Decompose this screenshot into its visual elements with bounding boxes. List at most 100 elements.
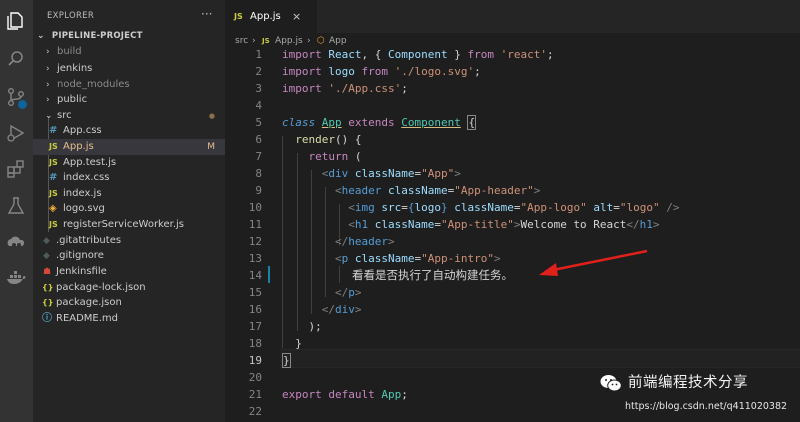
code-line-3: import './App.css';	[282, 82, 408, 95]
project-folder-header[interactable]: ⌄ PIPELINE-PROJECT	[37, 31, 143, 41]
code-line-2: import logo from './logo.svg';	[282, 65, 481, 78]
tree-item-label: build	[57, 46, 82, 57]
tree-item-readme[interactable]: ⓘ README.md	[33, 311, 225, 327]
tree-item-app-css[interactable]: # App.css	[33, 123, 225, 139]
json-file-icon: {}	[42, 283, 54, 292]
line-number: 1	[255, 48, 262, 61]
js-file-icon: JS	[49, 189, 58, 198]
code-line-6: render() {	[295, 133, 362, 146]
tree-item-app-test-js[interactable]: JS App.test.js	[33, 155, 225, 171]
tree-item-package-json[interactable]: {} package.json	[33, 295, 225, 311]
json-file-icon: {}	[42, 298, 54, 307]
tree-item-public[interactable]: › public	[33, 92, 225, 108]
line-number: 22	[248, 405, 262, 418]
line-number: 19	[248, 354, 262, 367]
explorer-icon[interactable]	[5, 10, 27, 32]
code-line-17: );	[282, 320, 322, 333]
tree-item-src[interactable]: ⌄ src ●	[33, 108, 225, 124]
line-number: 10	[248, 201, 262, 214]
line-number: 2	[255, 65, 262, 78]
editor-tab-bar: JS App.js ×	[225, 0, 800, 33]
debug-icon[interactable]	[5, 122, 27, 144]
line-number: 6	[255, 133, 262, 146]
modified-badge: M	[207, 142, 215, 152]
js-file-icon: JS	[49, 158, 58, 167]
tree-item-gitignore[interactable]: ◆ .gitignore	[33, 248, 225, 264]
current-line-highlight	[280, 349, 800, 368]
code-line-8: <div className="App">	[321, 167, 461, 180]
tree-item-index-js[interactable]: JS index.js	[33, 186, 225, 202]
search-icon[interactable]	[5, 48, 27, 70]
extensions-icon[interactable]	[5, 158, 27, 180]
docker-icon[interactable]	[5, 267, 27, 289]
tree-item-label: package-lock.json	[56, 282, 146, 293]
code-line-18: }	[282, 337, 302, 350]
code-line-5: class App extends Component {	[282, 115, 477, 130]
tree-item-label: README.md	[56, 313, 119, 324]
line-number: 21	[248, 388, 262, 401]
line-number: 5	[255, 116, 262, 129]
tree-item-label: jenkins	[57, 63, 93, 74]
code-editor[interactable]: 1 2 3 4 5 6 7 8 9 10 11 12 13 14 15 16 1…	[225, 48, 800, 422]
tree-item-label: public	[57, 94, 88, 105]
tree-item-label: logo.svg	[63, 203, 105, 214]
tree-item-register-service-worker[interactable]: JS registerServiceWorker.js	[33, 217, 225, 233]
tree-item-index-css[interactable]: # index.css	[33, 170, 225, 186]
watermark-url: https://blog.csdn.net/q411020382	[625, 401, 788, 412]
tree-item-logo-svg[interactable]: ◈ logo.svg	[33, 201, 225, 217]
tree-item-package-lock-json[interactable]: {} package-lock.json	[33, 280, 225, 296]
source-control-badge	[17, 99, 28, 110]
explorer-sidebar: EXPLORER ··· ⌄ PIPELINE-PROJECT › build …	[33, 0, 225, 422]
tree-item-jenkins[interactable]: › jenkins	[33, 61, 225, 77]
code-line-1: import React, { Component } from 'react'…	[282, 48, 554, 61]
tree-item-gitattributes[interactable]: ◆ .gitattributes	[33, 233, 225, 249]
git-modified-gutter-bar	[268, 266, 270, 283]
code-line-11: <h1 className="App-title">Welcome to Rea…	[348, 218, 660, 231]
line-number: 8	[255, 167, 262, 180]
tab-app-js[interactable]: JS App.js ×	[225, 0, 317, 33]
js-file-icon: JS	[49, 220, 58, 229]
line-number: 18	[248, 337, 262, 350]
explorer-header: EXPLORER	[47, 11, 95, 21]
line-number: 13	[248, 252, 262, 265]
jenkins-file-icon: ☗	[43, 267, 52, 277]
wechat-logo-icon	[600, 375, 622, 392]
tree-item-label: index.js	[63, 188, 102, 199]
tree-item-label: App.test.js	[63, 157, 117, 168]
tree-item-jenkinsfile[interactable]: ☗ Jenkinsfile	[33, 264, 225, 280]
code-line-10: <img src={logo} className="App-logo" alt…	[348, 201, 680, 214]
chevron-down-icon: ⌄	[45, 111, 53, 121]
tree-item-label: src	[57, 110, 72, 121]
tree-item-label: registerServiceWorker.js	[63, 219, 185, 230]
more-actions-icon[interactable]: ···	[201, 7, 212, 21]
line-number: 4	[255, 99, 262, 112]
line-number: 14	[248, 269, 262, 282]
chevron-right-icon: ›	[46, 64, 50, 74]
js-file-icon: JS	[262, 37, 270, 45]
tree-item-label: App.css	[63, 125, 102, 136]
watermark-title: 前端编程技术分享	[628, 375, 748, 391]
code-line-15: </p>	[334, 286, 362, 299]
line-number: 12	[248, 235, 262, 248]
tree-item-node-modules[interactable]: › node_modules	[33, 77, 225, 93]
git-file-icon: ◆	[43, 251, 50, 261]
line-number: 3	[255, 82, 262, 95]
tree-item-label: node_modules	[57, 79, 130, 90]
tab-label: App.js	[250, 11, 281, 22]
indent-guide	[339, 266, 340, 283]
tree-item-build[interactable]: › build	[33, 44, 225, 60]
tree-item-app-js[interactable]: JS App.js M	[33, 139, 225, 155]
activity-bar	[0, 0, 33, 422]
code-line-19: }	[282, 353, 291, 368]
remote-explorer-icon[interactable]	[5, 231, 27, 253]
annotation-arrow	[539, 249, 648, 276]
git-file-icon: ◆	[43, 236, 50, 246]
line-number: 11	[248, 218, 262, 231]
css-file-icon: #	[49, 125, 58, 136]
code-line-21: export default App;	[282, 388, 408, 401]
js-file-icon: JS	[234, 12, 243, 21]
testing-flask-icon[interactable]	[5, 195, 27, 217]
tree-item-label: package.json	[56, 297, 122, 308]
close-icon[interactable]: ×	[292, 0, 301, 33]
css-file-icon: #	[49, 172, 58, 183]
